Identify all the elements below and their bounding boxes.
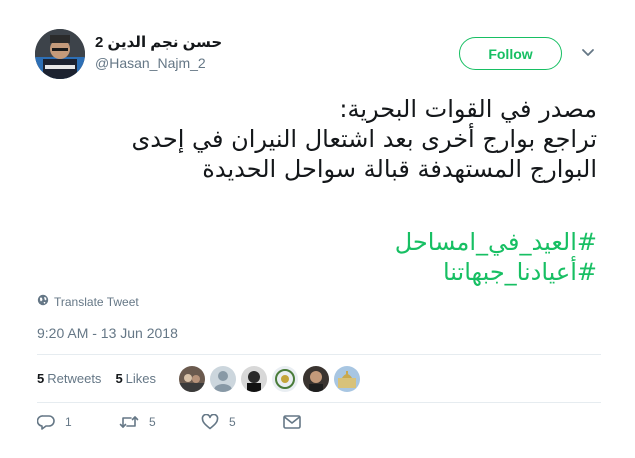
author-avatar[interactable] xyxy=(35,29,85,79)
liker-avatar[interactable] xyxy=(334,366,360,392)
tweet-timestamp[interactable]: 9:20 AM - 13 Jun 2018 xyxy=(37,325,178,341)
reply-icon xyxy=(37,414,55,430)
author-handle[interactable]: @Hasan_Najm_2 xyxy=(95,55,206,71)
tweet-stats: 5 Retweets 5 Likes xyxy=(37,371,156,386)
hashtag-link[interactable]: #أعيادنا_جبهاتنا xyxy=(395,257,597,287)
translate-label: Translate Tweet xyxy=(54,294,139,309)
hashtag-link[interactable]: #العيد_في_امساحل xyxy=(395,227,597,257)
liker-avatar[interactable] xyxy=(303,366,329,392)
translate-tweet-link[interactable]: Translate Tweet xyxy=(37,294,139,309)
heart-icon xyxy=(201,414,219,430)
tweet-line: مصدر في القوات البحرية: xyxy=(339,95,597,123)
chevron-down-icon[interactable] xyxy=(580,46,596,60)
divider xyxy=(37,402,601,403)
tweet-line: تراجع بوارج أخرى بعد اشتعال النيران في إ… xyxy=(131,125,597,153)
like-count: 5 xyxy=(229,415,236,429)
liker-avatar[interactable] xyxy=(241,366,267,392)
retweet-button[interactable]: 5 xyxy=(119,414,201,430)
liker-avatar[interactable] xyxy=(179,366,205,392)
likes-count: 5 xyxy=(115,371,123,386)
liker-avatars xyxy=(179,366,360,392)
retweets-label: Retweets xyxy=(47,371,102,386)
reply-count: 1 xyxy=(65,415,72,429)
author-name[interactable]: حسن نجم الدين 2 xyxy=(95,33,222,51)
follow-button[interactable]: Follow xyxy=(459,37,562,70)
retweet-icon xyxy=(119,414,139,430)
tweet-text: مصدر في القوات البحرية: تراجع بوارج أخرى… xyxy=(37,94,597,184)
liker-avatar[interactable] xyxy=(272,366,298,392)
liker-avatar[interactable] xyxy=(210,366,236,392)
tweet-hashtags: #العيد_في_امساحل #أعيادنا_جبهاتنا xyxy=(395,227,597,287)
likes-label: Likes xyxy=(125,371,157,386)
reply-button[interactable]: 1 xyxy=(37,414,119,430)
direct-message-button[interactable] xyxy=(283,415,301,429)
tweet-actions: 1 5 5 xyxy=(37,414,301,430)
retweet-count: 5 xyxy=(149,415,156,429)
tweet-line: البوارج المستهدفة قبالة سواحل الحديدة xyxy=(202,155,597,183)
retweets-stat[interactable]: 5 Retweets xyxy=(37,371,101,386)
like-button[interactable]: 5 xyxy=(201,414,283,430)
envelope-icon xyxy=(283,415,301,429)
globe-icon xyxy=(37,294,49,309)
likes-stat[interactable]: 5 Likes xyxy=(115,371,156,386)
retweets-count: 5 xyxy=(37,371,45,386)
divider xyxy=(37,354,601,355)
